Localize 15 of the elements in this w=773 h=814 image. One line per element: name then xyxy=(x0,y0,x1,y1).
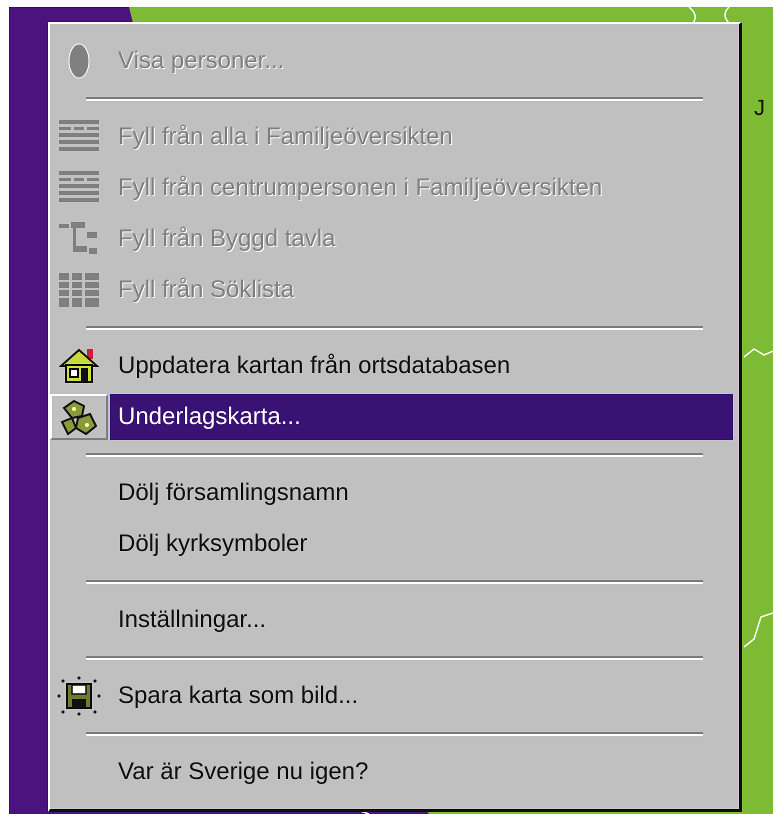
menu-item[interactable]: Dölj församlingsnamn xyxy=(50,467,739,518)
columns-list-icon xyxy=(59,272,99,306)
map-label: J xyxy=(754,95,765,121)
house-icon xyxy=(59,348,99,384)
person-icon xyxy=(68,42,90,78)
menu-item[interactable]: Spara karta som bild... xyxy=(50,670,739,721)
list-icon xyxy=(59,120,99,154)
menu-item[interactable]: Inställningar... xyxy=(50,594,739,645)
menu-item[interactable]: Var är Sverige nu igen? xyxy=(50,746,739,797)
floppy-disk-icon xyxy=(57,676,101,716)
map-pieces-icon xyxy=(60,398,98,436)
list-icon xyxy=(59,170,99,204)
menu-item[interactable]: Dölj kyrksymboler xyxy=(50,518,739,569)
tree-diagram-icon xyxy=(59,222,99,256)
menu-item[interactable]: Uppdatera kartan från ortsdatabasen xyxy=(50,340,739,391)
